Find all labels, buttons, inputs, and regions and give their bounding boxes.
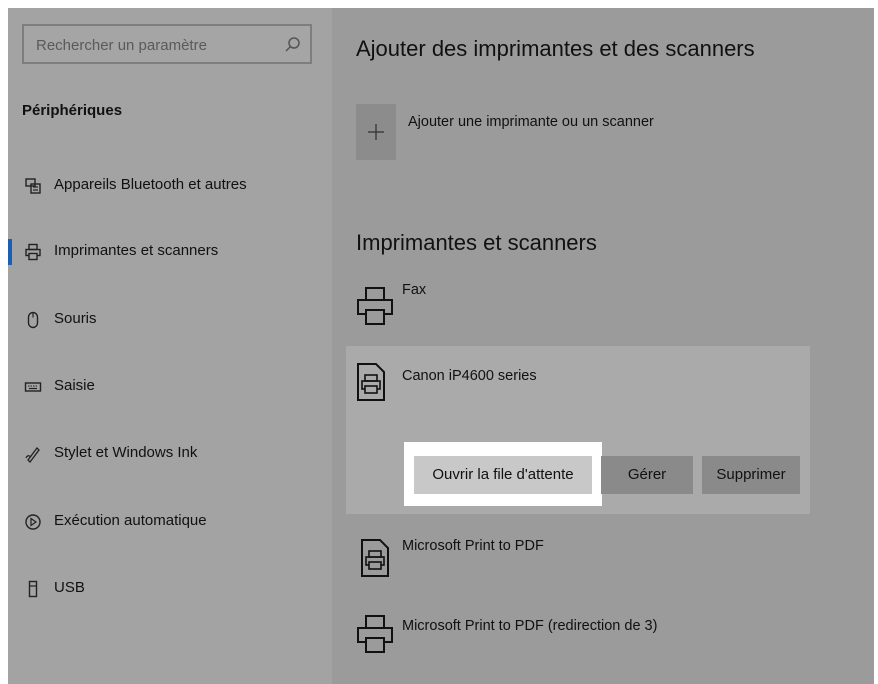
sidebar-item-label: USB [54, 579, 85, 596]
bluetooth-devices-icon [25, 178, 41, 194]
settings-window: Rechercher un paramètre Périphériques Ap… [8, 8, 874, 684]
search-placeholder: Rechercher un paramètre [36, 37, 207, 54]
sidebar-item-usb[interactable]: USB [8, 574, 332, 604]
sidebar-item-mouse[interactable]: Souris [8, 305, 332, 335]
printer-name: Microsoft Print to PDF (redirection de 3… [402, 618, 658, 634]
sidebar-heading: Périphériques [22, 102, 123, 119]
plus-icon [368, 124, 384, 140]
add-section-title: Ajouter des imprimantes et des scanners [356, 36, 755, 61]
mouse-icon [27, 311, 39, 329]
document-printer-icon [361, 539, 389, 577]
autoplay-icon [25, 514, 41, 530]
sidebar-item-pen[interactable]: Stylet et Windows Ink [8, 439, 332, 469]
add-printer-button[interactable] [356, 104, 396, 160]
pen-icon [25, 447, 40, 463]
printers-section-title: Imprimantes et scanners [356, 230, 597, 255]
main-panel: Ajouter des imprimantes et des scanners … [332, 8, 874, 684]
add-printer-label[interactable]: Ajouter une imprimante ou un scanner [408, 114, 654, 130]
sidebar-item-label: Exécution automatique [54, 512, 207, 529]
selection-indicator [8, 239, 12, 265]
keyboard-icon [24, 382, 42, 392]
remove-button[interactable]: Supprimer [702, 456, 800, 494]
search-input[interactable]: Rechercher un paramètre [22, 24, 312, 64]
sidebar-item-label: Saisie [54, 377, 95, 394]
sidebar: Rechercher un paramètre Périphériques Ap… [8, 8, 332, 684]
printer-icon [25, 243, 41, 261]
printer-item-canon[interactable]: Canon iP4600 series Ouvrir la file d'att… [346, 346, 810, 514]
sidebar-item-printers[interactable]: Imprimantes et scanners [8, 237, 332, 267]
sidebar-item-autoplay[interactable]: Exécution automatique [8, 507, 332, 537]
printer-name: Canon iP4600 series [402, 368, 537, 384]
document-printer-icon [357, 363, 385, 401]
manage-button[interactable]: Gérer [601, 456, 693, 494]
printer-name: Microsoft Print to PDF [402, 538, 544, 554]
sidebar-item-label: Stylet et Windows Ink [54, 444, 198, 461]
search-icon[interactable] [284, 36, 302, 54]
usb-icon [28, 580, 38, 598]
sidebar-item-label: Souris [54, 310, 97, 327]
sidebar-item-label: Appareils Bluetooth et autres [54, 176, 247, 193]
printer-icon [357, 615, 393, 653]
sidebar-item-label: Imprimantes et scanners [54, 242, 219, 259]
printer-name: Fax [402, 282, 427, 298]
printer-icon [357, 287, 393, 325]
open-queue-button[interactable]: Ouvrir la file d'attente [414, 456, 592, 494]
sidebar-item-typing[interactable]: Saisie [8, 372, 332, 402]
sidebar-item-bluetooth[interactable]: Appareils Bluetooth et autres [8, 171, 332, 201]
